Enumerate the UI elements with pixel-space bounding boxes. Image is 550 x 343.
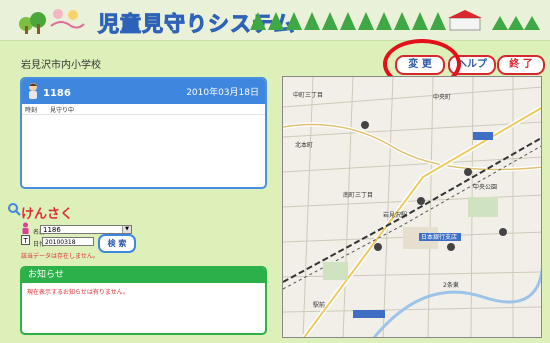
map-label: 中央公園 (473, 183, 497, 191)
children-logo-icon (19, 9, 85, 34)
log-time: 時刻 (25, 107, 38, 114)
map-label: 2条東 (443, 281, 459, 289)
name-select-value: 1186 (43, 226, 61, 234)
map-label: 中町三丁目 (293, 91, 323, 99)
status-panel: 1186 2010年03月18日 時刻 見守り中 (20, 77, 267, 189)
chevron-down-icon[interactable]: ▼ (122, 226, 131, 233)
no-data-message: 該当データは存在しません。 (21, 253, 99, 260)
header-bar: 児童見守りシステム (0, 0, 550, 41)
person-icon (22, 222, 29, 234)
date-input[interactable]: 20100318 (42, 237, 94, 246)
search-icon (8, 203, 21, 216)
table-row: 時刻 見守り中 (22, 104, 265, 115)
calendar-icon[interactable]: T (21, 235, 30, 245)
status-panel-header: 1186 2010年03月18日 (22, 79, 265, 104)
notice-message: 現在表示するお知らせは有りません。 (27, 289, 129, 296)
name-select[interactable]: 1186 ▼ (40, 225, 132, 234)
search-title: けんさく (21, 207, 74, 222)
map-label: 中央町 (433, 93, 451, 101)
status-date: 2010年03月18日 (186, 88, 259, 98)
map-view[interactable]: 中町三丁目 中央町 北本町 南町三丁目 中央公園 岩見沢駅 日本銀行支店 駅前 … (282, 76, 542, 338)
search-button[interactable]: 検 索 (98, 234, 136, 253)
street-map[interactable]: 中町三丁目 中央町 北本町 南町三丁目 中央公園 岩見沢駅 日本銀行支店 駅前 … (283, 77, 542, 338)
exit-button[interactable]: 終 了 (497, 55, 545, 75)
user-id: 1186 (43, 88, 71, 99)
child-avatar-icon (29, 83, 37, 99)
map-label: 日本銀行支店 (421, 233, 457, 241)
log-status: 見守り中 (50, 107, 75, 114)
notice-title: お知らせ (22, 268, 265, 283)
map-label: 北本町 (295, 141, 313, 149)
map-label: 駅前 (313, 301, 325, 309)
app-window: 児童見守りシステム 岩見沢市内小学校 変 更 ヘルプ 終 了 1186 2010… (0, 0, 550, 343)
map-label: 南町三丁目 (343, 191, 373, 199)
notice-panel: お知らせ 現在表示するお知らせは有りません。 (20, 266, 267, 335)
tree-decoration-icon (250, 10, 540, 31)
map-label: 岩見沢駅 (383, 211, 407, 219)
school-name: 岩見沢市内小学校 (21, 60, 101, 71)
